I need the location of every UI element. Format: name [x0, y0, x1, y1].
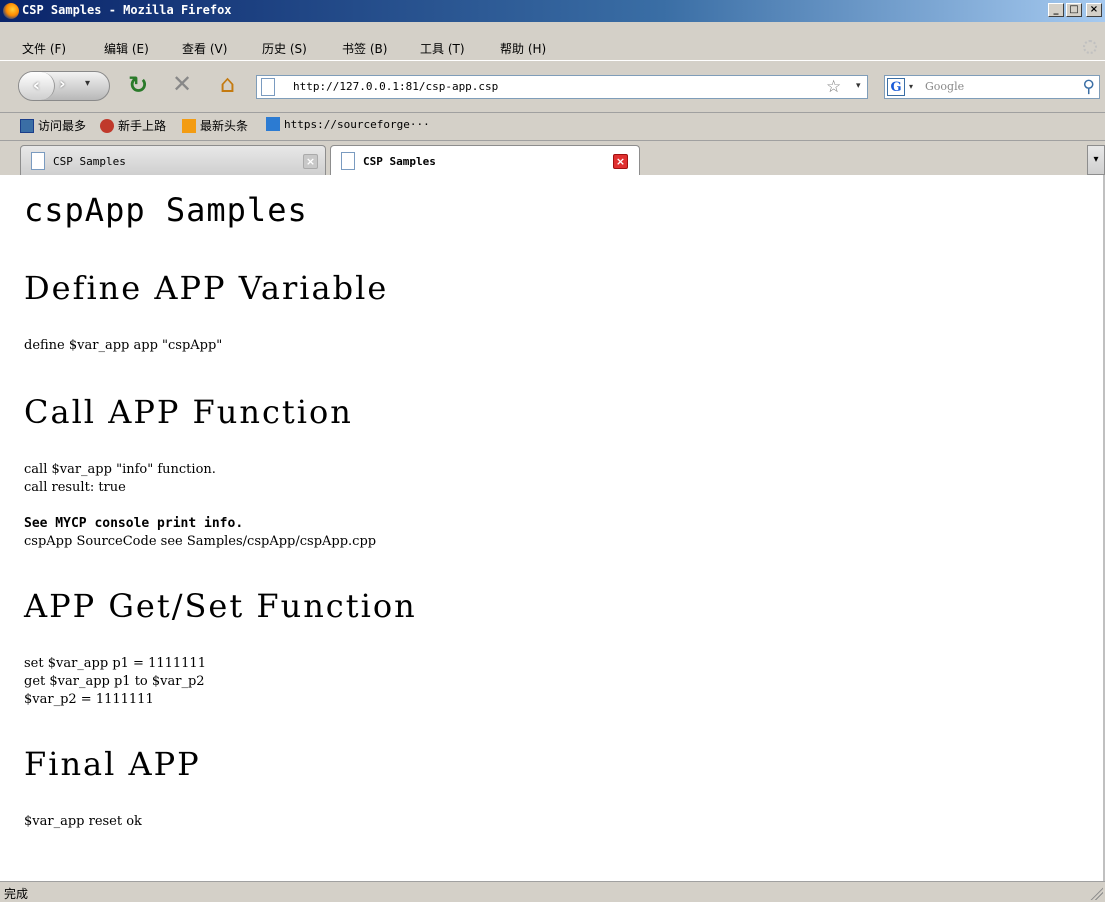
title-bar: CSP Samples - Mozilla Firefox _ □ ×	[0, 0, 1105, 22]
status-text: 完成	[4, 887, 29, 901]
menu-edit[interactable]: 编辑 (E)	[104, 40, 149, 57]
url-dropdown-icon[interactable]: ▾	[856, 81, 861, 91]
section-heading: APP Get/Set Function	[24, 587, 417, 625]
status-bar: 完成	[0, 881, 1105, 902]
tab-bar: CSP Samples × CSP Samples × ▾	[0, 140, 1105, 175]
window-controls: _ □ ×	[1048, 3, 1102, 17]
bookmark-star-icon[interactable]: ☆	[826, 77, 841, 97]
tab-csp-samples-2[interactable]: CSP Samples ×	[330, 145, 640, 175]
page-icon	[341, 152, 355, 170]
page-icon	[31, 152, 45, 170]
page-icon	[261, 78, 275, 96]
reload-icon[interactable]: ↻	[128, 71, 148, 99]
menu-file[interactable]: 文件 (F)	[22, 40, 66, 57]
navigation-toolbar: ‹ › ▾ ↻ ✕ ⌂ http://127.0.0.1:81/csp-app.…	[0, 60, 1105, 110]
tab-label: CSP Samples	[53, 155, 126, 168]
text-line: get $var_app p1 to $var_p2	[24, 674, 205, 689]
section-heading: Define APP Variable	[24, 269, 389, 307]
bookmark-label: 新手上路	[118, 119, 167, 133]
most-visited-icon	[20, 118, 34, 133]
tab-csp-samples-1[interactable]: CSP Samples ×	[20, 145, 326, 175]
bookmark-latest-headlines[interactable]: 最新头条	[182, 117, 248, 134]
menu-bar: 文件 (F) 编辑 (E) 查看 (V) 历史 (S) 书签 (B) 工具 (T…	[0, 36, 1105, 60]
google-icon[interactable]: G	[887, 78, 905, 96]
menu-bookmarks[interactable]: 书签 (B)	[342, 40, 387, 57]
document: cspApp Samples Define APP Variable defin…	[24, 191, 1084, 831]
tab-close-icon[interactable]: ×	[303, 154, 318, 169]
bookmark-most-visited[interactable]: 访问最多	[20, 117, 86, 134]
maximize-button[interactable]: □	[1066, 3, 1082, 17]
firefox-logo-icon	[3, 3, 19, 19]
text-line: $var_app reset ok	[24, 814, 142, 829]
home-icon[interactable]: ⌂	[220, 70, 235, 98]
search-bar[interactable]: G ▾ Google ⚲	[884, 75, 1100, 99]
history-dropdown-icon[interactable]: ▾	[85, 78, 90, 89]
sourceforge-icon	[266, 117, 280, 131]
text-line: call result: true	[24, 480, 126, 495]
bookmark-getting-started[interactable]: 新手上路	[100, 117, 166, 134]
tab-close-icon[interactable]: ×	[613, 154, 628, 169]
back-button[interactable]: ‹	[19, 72, 55, 100]
rss-icon	[182, 118, 196, 133]
back-forward-group: ‹ › ▾	[18, 71, 110, 101]
page-title: cspApp Samples	[24, 191, 308, 229]
window-title: CSP Samples - Mozilla Firefox	[22, 3, 232, 17]
bold-note: See MYCP console print info.	[24, 516, 244, 531]
stop-icon[interactable]: ✕	[172, 70, 192, 98]
text-line: cspApp SourceCode see Samples/cspApp/csp…	[24, 534, 377, 549]
bookmark-label: 最新头条	[200, 119, 249, 133]
menu-help[interactable]: 帮助 (H)	[500, 40, 546, 57]
menu-history[interactable]: 历史 (S)	[262, 40, 307, 57]
text-line: call $var_app "info" function.	[24, 462, 216, 477]
close-window-button[interactable]: ×	[1086, 3, 1102, 17]
url-bar[interactable]: http://127.0.0.1:81/csp-app.csp	[256, 75, 868, 99]
bookmark-label: 访问最多	[38, 119, 87, 133]
text-line: $var_p2 = 1111111	[24, 692, 154, 707]
section-heading: Final APP	[24, 745, 201, 783]
minimize-button[interactable]: _	[1048, 3, 1064, 17]
forward-button[interactable]: ›	[59, 74, 66, 93]
search-icon[interactable]: ⚲	[1083, 77, 1095, 97]
resize-grip-icon[interactable]	[1089, 886, 1103, 900]
text-line: define $var_app app "cspApp"	[24, 338, 223, 353]
url-text[interactable]: http://127.0.0.1:81/csp-app.csp	[293, 80, 498, 93]
bookmarks-toolbar: 访问最多 新手上路 最新头条 https://sourceforge···	[0, 112, 1105, 138]
search-input[interactable]: Google	[925, 80, 964, 93]
text-line: set $var_app p1 = 1111111	[24, 656, 206, 671]
search-engine-dropdown-icon[interactable]: ▾	[909, 82, 913, 91]
page-content: cspApp Samples Define APP Variable defin…	[0, 175, 1105, 881]
getting-started-icon	[100, 118, 114, 133]
menu-tools[interactable]: 工具 (T)	[420, 40, 465, 57]
menu-view[interactable]: 查看 (V)	[182, 40, 227, 57]
bookmark-sourceforge[interactable]: https://sourceforge···	[266, 117, 430, 131]
throbber-icon	[1083, 40, 1097, 54]
tab-list-button[interactable]: ▾	[1087, 145, 1105, 175]
browser-window: CSP Samples - Mozilla Firefox _ □ × 文件 (…	[0, 0, 1105, 902]
bookmark-label: https://sourceforge···	[284, 117, 430, 131]
section-heading: Call APP Function	[24, 393, 353, 431]
tab-label: CSP Samples	[363, 155, 436, 168]
